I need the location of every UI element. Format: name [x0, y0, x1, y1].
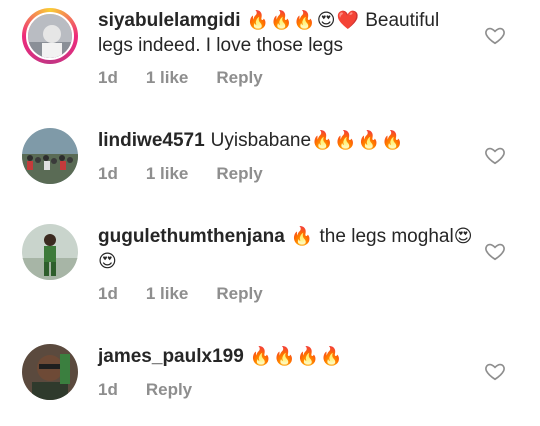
comment-meta: 1d 1 like Reply [98, 284, 291, 304]
username-link[interactable]: lindiwe4571 [98, 130, 205, 151]
emoji-text: 🔥🔥🔥🔥 [311, 130, 405, 150]
comment-meta: 1d 1 like Reply [98, 68, 291, 88]
comment-text: james_paulx199 🔥🔥🔥🔥 [98, 344, 478, 369]
timestamp: 1d [98, 164, 118, 183]
heart-icon[interactable] [484, 24, 506, 46]
avatar-container[interactable] [22, 128, 78, 184]
heart-icon[interactable] [484, 360, 506, 382]
avatar [22, 128, 78, 184]
username-link[interactable]: gugulethumthenjana [98, 226, 285, 247]
comment-text: siyabulelamgidi 🔥🔥🔥😍❤️ Beautiful legs ind… [98, 8, 478, 58]
avatar-container[interactable] [22, 224, 78, 280]
heart-icon[interactable] [484, 144, 506, 166]
comment-item: james_paulx199 🔥🔥🔥🔥 1d Reply [0, 320, 540, 426]
comment-item: lindiwe4571 Uyisbabane🔥🔥🔥🔥 1d 1 like Reply [0, 110, 540, 210]
timestamp: 1d [98, 68, 118, 87]
timestamp: 1d [98, 284, 118, 303]
comment-item: siyabulelamgidi 🔥🔥🔥😍❤️ Beautiful legs ind… [0, 0, 540, 110]
comment-body: the legs moghal [319, 226, 454, 247]
reply-button[interactable]: Reply [216, 284, 262, 303]
comment-meta: 1d Reply [98, 380, 220, 400]
avatar-story-ring[interactable] [22, 8, 78, 64]
heart-icon[interactable] [484, 240, 506, 262]
avatar-container[interactable] [22, 344, 78, 400]
avatar [22, 224, 78, 280]
comment-text: gugulethumthenjana 🔥 the legs moghal😍😍 [98, 224, 478, 274]
avatar [22, 344, 78, 400]
avatar [26, 12, 74, 60]
comment-body: Uyisbabane [210, 130, 312, 151]
reply-button[interactable]: Reply [146, 380, 192, 399]
comment-meta: 1d 1 like Reply [98, 164, 291, 184]
comment-text: lindiwe4571 Uyisbabane🔥🔥🔥🔥 [98, 128, 478, 153]
emoji-text: 🔥🔥🔥😍❤️ [246, 10, 360, 30]
likes-count[interactable]: 1 like [146, 68, 189, 87]
reply-button[interactable]: Reply [216, 68, 262, 87]
username-link[interactable]: siyabulelamgidi [98, 10, 241, 31]
likes-count[interactable]: 1 like [146, 284, 189, 303]
username-link[interactable]: james_paulx199 [98, 346, 244, 367]
timestamp: 1d [98, 380, 118, 399]
reply-button[interactable]: Reply [216, 164, 262, 183]
likes-count[interactable]: 1 like [146, 164, 189, 183]
emoji-text: 🔥 [290, 226, 315, 246]
emoji-text: 🔥🔥🔥🔥 [249, 346, 344, 366]
comment-item: gugulethumthenjana 🔥 the legs moghal😍😍 1d… [0, 210, 540, 320]
